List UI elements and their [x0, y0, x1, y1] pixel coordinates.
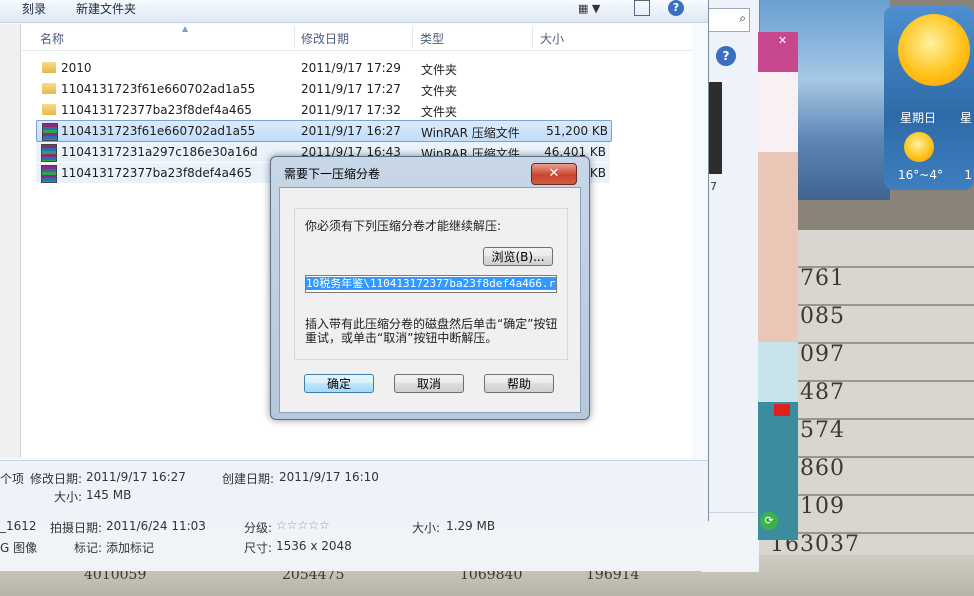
file-modified: 2011/9/17 16:27 — [301, 124, 401, 138]
list-item-selected[interactable]: 1104131723f61e660702ad1a55 2011/9/17 16:… — [36, 120, 612, 142]
file-name: 110413172377ba23f8def4a465 — [61, 166, 252, 180]
file-size: 51,200 KB — [546, 124, 608, 138]
column-name[interactable]: 名称 — [40, 30, 64, 47]
status-size-label: 大小: — [54, 490, 83, 504]
tags-label: 标记: — [74, 541, 103, 555]
column-header: ▲ 名称 修改日期 类型 大小 — [22, 24, 692, 51]
list-item[interactable]: 2010 2011/9/17 17:29 文件夹 — [36, 58, 610, 78]
file-type: WinRAR 压缩文件 — [421, 126, 520, 140]
red-flag-icon[interactable] — [774, 404, 790, 416]
sort-indicator-icon: ▲ — [182, 24, 189, 33]
paper-number: 761 — [800, 266, 845, 291]
file-type: 文件夹 — [421, 63, 458, 77]
taken-value: 2011/6/24 11:03 — [106, 519, 206, 533]
toolbar: 刻录 新建文件夹 ▦ ▼ ? — [0, 0, 708, 23]
file-type: 文件夹 — [421, 105, 458, 119]
paper-number: 574 — [800, 418, 845, 443]
new-folder-button[interactable]: 新建文件夹 — [76, 0, 136, 22]
ok-button[interactable]: 确定 — [304, 374, 374, 393]
search-input[interactable]: ⌕ — [706, 8, 750, 32]
status-modified-label: 修改日期: — [30, 472, 83, 486]
column-modified[interactable]: 修改日期 — [301, 30, 349, 47]
tags-value[interactable]: 添加标记 — [106, 539, 154, 556]
status-size-value: 145 MB — [86, 488, 132, 502]
taken-label: 拍摄日期: — [50, 521, 103, 535]
paper-number: 860 — [800, 456, 845, 481]
paper-number: 085 — [800, 304, 845, 329]
list-item[interactable]: 1104131723f61e660702ad1a55 2011/9/17 17:… — [36, 79, 610, 99]
paper-number: 109 — [800, 494, 845, 519]
size-label: 大小: — [412, 521, 441, 535]
sun-icon — [904, 132, 934, 162]
winrar-archive-icon — [41, 165, 57, 183]
folder-icon — [42, 104, 56, 115]
file-name: 110413172377ba23f8def4a465 — [61, 103, 252, 117]
chevron-down-icon: ▼ — [591, 2, 601, 15]
dialog-body: 你必须有下列压缩分卷才能继续解压: 浏览(B)... 10税务年鉴\110413… — [279, 187, 581, 413]
view-options-button[interactable]: ▦ ▼ — [578, 2, 606, 16]
size-value: 1.29 MB — [446, 519, 496, 533]
weather-day: 星期日 — [900, 111, 937, 125]
photo-viewer[interactable] — [758, 32, 798, 540]
close-icon[interactable]: ✕ — [778, 34, 794, 48]
file-name: 1104131723f61e660702ad1a55 — [61, 82, 256, 96]
volume-path-text: 10税务年鉴\110413172377ba23f8def4a466.rar — [306, 277, 556, 290]
help-icon[interactable]: ? — [716, 46, 736, 66]
file-name: 1104131723f61e660702ad1a55 — [61, 124, 256, 138]
file-size: KB — [589, 166, 606, 180]
column-size[interactable]: 大小 — [540, 30, 564, 47]
volume-path-field[interactable]: 10税务年鉴\110413172377ba23f8def4a466.rar — [305, 275, 557, 293]
close-button[interactable]: ✕ — [531, 163, 577, 185]
file-type-fragment: G 图像 — [0, 541, 38, 555]
paper-number: 487 — [800, 380, 845, 405]
file-modified: 2011/9/17 17:32 — [301, 103, 401, 117]
file-type: 文件夹 — [421, 84, 458, 98]
dialog-hint: 插入带有此压缩分卷的磁盘然后单击“确定”按钮重试，或单击“取消”按钮中断解压。 — [305, 317, 558, 345]
dialog-message: 你必须有下列压缩分卷才能继续解压: — [305, 219, 502, 233]
burn-button[interactable]: 刻录 — [22, 0, 46, 22]
status-created-label: 创建日期: — [222, 472, 275, 486]
dialog-title: 需要下一压缩分卷 — [284, 167, 381, 181]
help-button[interactable]: 帮助 — [484, 374, 554, 393]
weather-temp-next: 1 — [964, 168, 972, 182]
browse-button[interactable]: 浏览(B)... — [483, 247, 553, 266]
status-created-value: 2011/9/17 16:10 — [279, 470, 379, 484]
dimensions-label: 尺寸: — [244, 541, 273, 555]
dialog-group: 你必须有下列压缩分卷才能继续解压: 浏览(B)... 10税务年鉴\110413… — [294, 208, 568, 360]
rating-label: 分级: — [244, 521, 273, 535]
file-name: 2010 — [61, 61, 92, 75]
view-grid-icon: ▦ — [578, 2, 589, 15]
refresh-icon[interactable]: ⟳ — [760, 512, 778, 530]
cancel-button[interactable]: 取消 — [394, 374, 464, 393]
nav-scrollbar[interactable] — [0, 24, 21, 458]
file-name: 11041317231a297c186e30a16d — [61, 145, 258, 159]
weather-gadget[interactable]: 星期日 16°~4° 星 1 — [884, 6, 974, 190]
status-bar: 个项 修改日期: 2011/9/17 16:27 创建日期: 2011/9/17… — [0, 460, 708, 521]
weather-day-next: 星 — [959, 111, 972, 125]
dimensions-value: 1536 x 2048 — [276, 539, 352, 553]
search-icon: ⌕ — [739, 11, 746, 25]
winrar-archive-icon — [42, 123, 58, 141]
file-modified: 2011/9/17 17:27 — [301, 82, 401, 96]
list-item[interactable]: 110413172377ba23f8def4a465 2011/9/17 17:… — [36, 100, 610, 120]
next-volume-dialog[interactable]: 需要下一压缩分卷 ✕ 你必须有下列压缩分卷才能继续解压: 浏览(B)... 10… — [270, 156, 590, 420]
column-type[interactable]: 类型 — [420, 30, 444, 47]
sun-icon — [898, 14, 970, 86]
folder-icon — [42, 83, 56, 94]
weather-temp: 16°~4° — [898, 168, 943, 182]
help-icon[interactable]: ? — [668, 0, 684, 16]
file-modified: 2011/9/17 17:29 — [301, 61, 401, 75]
item-count: 个项 — [0, 472, 25, 486]
status-modified-value: 2011/9/17 16:27 — [86, 470, 186, 484]
winrar-archive-icon — [41, 144, 57, 162]
preview-pane-icon[interactable] — [634, 0, 650, 16]
paper-number: 097 — [800, 342, 845, 367]
folder-icon — [42, 62, 56, 73]
file-name-fragment: _1612 — [0, 519, 37, 533]
